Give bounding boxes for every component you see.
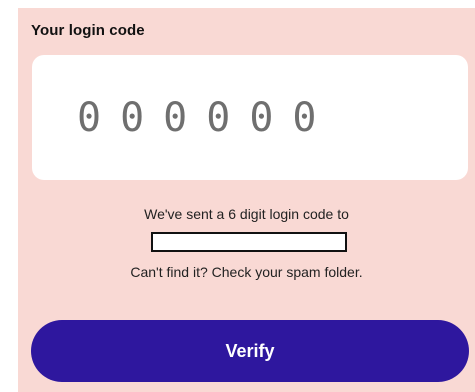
- code-sent-message: We've sent a 6 digit login code to: [144, 206, 349, 222]
- redacted-email-box: [151, 232, 347, 252]
- login-code-panel: Your login code We've sent a 6 digit log…: [18, 8, 475, 392]
- login-code-heading: Your login code: [31, 22, 145, 39]
- verify-button[interactable]: Verify: [31, 320, 469, 382]
- spam-folder-hint: Can't find it? Check your spam folder.: [130, 264, 363, 280]
- code-input-box[interactable]: [32, 55, 468, 180]
- login-code-input[interactable]: [32, 55, 468, 180]
